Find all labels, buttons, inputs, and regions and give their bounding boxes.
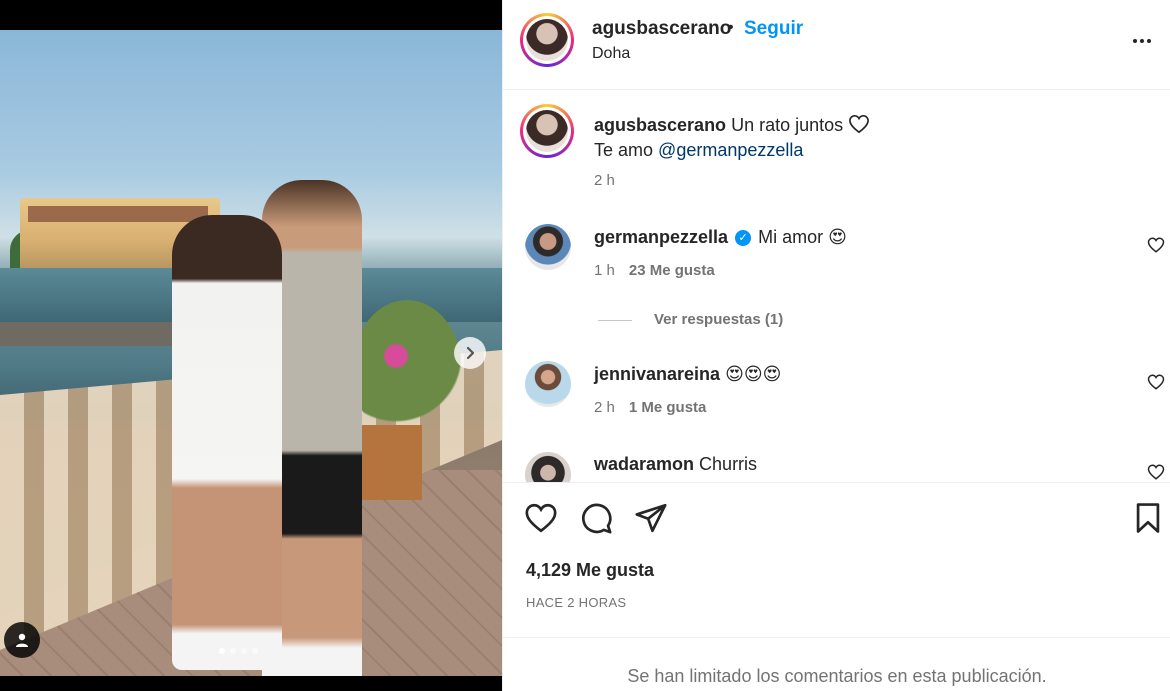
author-username[interactable]: agusbascerano <box>592 18 731 40</box>
comment-username[interactable]: germanpezzella <box>594 227 728 247</box>
post-details-panel: agusbascerano • Seguir Doha agusbasceran… <box>502 0 1170 691</box>
photo-roof <box>28 206 208 222</box>
comment-emoji: 😍😍😍 <box>725 364 782 384</box>
caption-mention-link[interactable]: @germanpezzella <box>658 140 803 160</box>
caption-text: Un rato juntos <box>731 115 844 135</box>
dot-icon <box>1147 39 1151 43</box>
comments-list[interactable]: agusbascerano Un rato juntos Te amo @ger… <box>503 90 1170 482</box>
chevron-right-icon <box>466 346 475 360</box>
comment-like-heart-icon[interactable] <box>1147 463 1165 481</box>
carousel-dots <box>219 648 258 654</box>
post-photo[interactable] <box>0 30 502 676</box>
carousel-dot <box>219 648 225 654</box>
comment-avatar[interactable] <box>525 224 571 270</box>
comment-likes[interactable]: 1 Me gusta <box>629 399 707 416</box>
comment-body: germanpezzella ✓ Mi amor 😍 <box>594 227 847 248</box>
comment-text: Churris <box>699 454 758 474</box>
heart-outline-icon <box>849 114 870 134</box>
photo-pier <box>0 322 180 346</box>
carousel-next-button[interactable] <box>454 337 486 369</box>
caption-avatar-image <box>526 110 568 152</box>
post-actions: 4,129 Me gusta HACE 2 HORAS <box>503 482 1170 638</box>
view-replies-button[interactable]: Ver respuestas (1) <box>654 311 783 328</box>
carousel-dot <box>252 648 258 654</box>
photo-flowers <box>352 300 462 440</box>
comment-emoji: 😍 <box>828 227 847 247</box>
caption-time[interactable]: 2 h <box>594 172 615 189</box>
caption-text-2: Te amo <box>594 140 654 160</box>
comment-username[interactable]: jennivanareina <box>594 364 720 384</box>
tagged-users-button[interactable] <box>4 622 40 658</box>
caption-username[interactable]: agusbascerano <box>594 115 726 135</box>
carousel-dot <box>230 648 236 654</box>
dot-icon <box>1133 39 1137 43</box>
photo-person-woman <box>172 215 282 670</box>
comments-limited-notice: Se han limitado los comentarios en esta … <box>627 666 1047 686</box>
likes-count[interactable]: 4,129 Me gusta <box>526 560 654 581</box>
caption-line-2: Te amo @germanpezzella <box>594 140 803 161</box>
comment-like-heart-icon[interactable] <box>1147 373 1165 391</box>
comment-avatar[interactable] <box>525 452 571 482</box>
comment-body: jennivanareina 😍😍😍 <box>594 364 781 385</box>
save-bookmark-icon[interactable] <box>1131 501 1165 535</box>
header-separator: • <box>728 19 734 36</box>
replies-divider <box>598 320 632 321</box>
user-icon <box>16 633 28 647</box>
comment-likes[interactable]: 23 Me gusta <box>629 262 715 279</box>
comment-body: wadaramon Churris <box>594 454 757 475</box>
post-location[interactable]: Doha <box>592 45 630 63</box>
author-avatar[interactable] <box>520 13 574 67</box>
comment-bubble-icon[interactable] <box>579 501 613 535</box>
share-send-icon[interactable] <box>634 501 668 535</box>
like-heart-icon[interactable] <box>524 501 558 535</box>
follow-button[interactable]: Seguir <box>744 18 803 40</box>
more-options-button[interactable] <box>1129 30 1155 52</box>
comment-text: Mi amor <box>758 227 824 247</box>
caption-avatar[interactable] <box>520 104 574 158</box>
dot-icon <box>1140 39 1144 43</box>
comment-username[interactable]: wadaramon <box>594 454 694 474</box>
post-header: agusbascerano • Seguir Doha <box>503 0 1170 90</box>
verified-badge-icon: ✓ <box>735 230 752 246</box>
post-timestamp: HACE 2 HORAS <box>526 595 627 610</box>
carousel-dot <box>241 648 247 654</box>
comment-meta: 2 h 1 Me gusta <box>594 399 706 416</box>
caption-line-1: agusbascerano Un rato juntos <box>594 114 870 136</box>
post-media <box>0 0 502 691</box>
author-avatar-image <box>526 19 568 61</box>
comment-time[interactable]: 2 h <box>594 399 615 416</box>
comment-like-heart-icon[interactable] <box>1147 236 1165 254</box>
comment-avatar[interactable] <box>525 361 571 407</box>
comment-time[interactable]: 1 h <box>594 262 615 279</box>
comment-meta: 1 h 23 Me gusta <box>594 262 715 279</box>
